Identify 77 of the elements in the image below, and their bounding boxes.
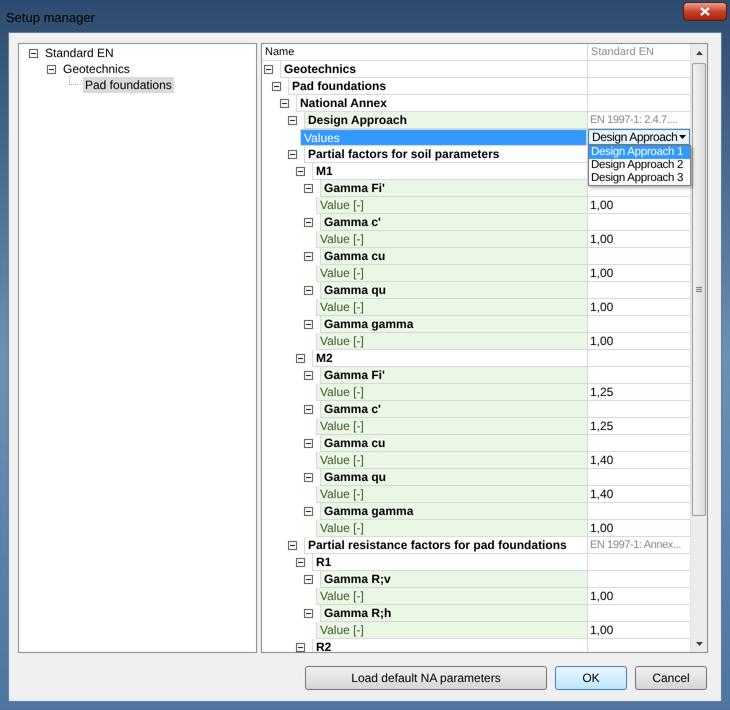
close-button[interactable] <box>683 2 727 21</box>
scroll-thumb[interactable] <box>692 63 706 516</box>
property-name-cell[interactable]: R1 <box>312 554 587 571</box>
tree-line-icon <box>69 76 78 85</box>
property-name-cell[interactable]: Value [-] <box>316 486 587 503</box>
collapse-icon[interactable] <box>288 541 297 550</box>
collapse-icon[interactable] <box>296 354 305 363</box>
collapse-icon[interactable] <box>288 150 297 159</box>
property-name-cell[interactable]: Gamma Fi' <box>320 180 587 197</box>
grip-icon <box>696 287 702 292</box>
collapse-icon[interactable] <box>304 439 313 448</box>
property-name-cell[interactable]: Value [-] <box>316 622 587 639</box>
dialog-button[interactable]: OK <box>555 666 627 690</box>
property-name-cell[interactable]: Geotechnics <box>280 61 587 78</box>
dropdown-option[interactable]: Design Approach 3 <box>589 172 690 185</box>
property-name-cell[interactable]: Gamma cu <box>320 248 587 265</box>
collapse-icon[interactable] <box>29 48 38 58</box>
scroll-up-icon[interactable] <box>696 51 703 55</box>
property-name-cell[interactable]: Value [-] <box>316 384 587 401</box>
dialog-button[interactable]: Cancel <box>635 666 707 690</box>
collapse-icon[interactable] <box>304 609 313 618</box>
property-name-cell[interactable]: Gamma qu <box>320 282 587 299</box>
collapse-icon[interactable] <box>304 575 313 584</box>
property-name-cell[interactable]: Value [-] <box>316 197 587 214</box>
tree-item[interactable]: Geotechnics <box>61 61 132 77</box>
collapse-icon[interactable] <box>304 252 313 261</box>
property-name-cell[interactable]: Value [-] <box>316 265 587 282</box>
column-header[interactable]: Name <box>262 44 587 60</box>
property-name-cell[interactable]: Value [-] <box>316 588 587 605</box>
collapse-icon[interactable] <box>304 320 313 329</box>
property-name-cell[interactable]: Gamma R;h <box>320 605 587 622</box>
collapse-icon[interactable] <box>296 643 305 652</box>
property-name-cell[interactable]: Design Approach <box>304 112 587 129</box>
property-name-cell[interactable]: M1 <box>312 163 587 180</box>
collapse-icon[interactable] <box>304 371 313 380</box>
collapse-icon[interactable] <box>288 116 297 125</box>
property-name-cell[interactable]: Pad foundations <box>288 78 587 95</box>
scroll-down-icon[interactable] <box>696 642 703 646</box>
collapse-icon[interactable] <box>304 184 313 193</box>
property-name-cell[interactable]: M2 <box>312 350 587 367</box>
property-name-cell[interactable]: National Annex <box>296 95 587 112</box>
property-name-cell[interactable]: Partial resistance factors for pad foundations <box>304 537 587 554</box>
property-name-cell[interactable]: Gamma c' <box>320 401 587 418</box>
property-name-cell[interactable]: Gamma gamma <box>320 316 587 333</box>
collapse-icon[interactable] <box>304 218 313 227</box>
collapse-icon[interactable] <box>272 82 281 91</box>
property-name-cell[interactable]: Value [-] <box>316 299 587 316</box>
dialog-button[interactable]: Load default NA parameters <box>305 666 547 690</box>
dropdown-value: Design Approach <box>592 130 678 144</box>
dropdown-option[interactable]: Design Approach 2 <box>589 159 690 172</box>
property-name-cell[interactable]: Value [-] <box>316 333 587 350</box>
property-name-cell[interactable]: Gamma Fi' <box>320 367 587 384</box>
collapse-icon[interactable] <box>296 558 305 567</box>
tree-item[interactable]: Pad foundations <box>83 77 174 93</box>
property-name-cell[interactable]: Gamma R;v <box>320 571 587 588</box>
property-name-cell[interactable]: Gamma cu <box>320 435 587 452</box>
property-name-cell[interactable]: Value [-] <box>316 520 587 537</box>
collapse-icon[interactable] <box>304 507 313 516</box>
window-title: Setup manager <box>6 9 95 27</box>
value-dropdown[interactable]: Design Approach <box>588 129 690 145</box>
collapse-icon[interactable] <box>304 405 313 414</box>
property-name-cell[interactable]: Gamma c' <box>320 214 587 231</box>
tree-item[interactable]: Standard EN <box>43 45 116 61</box>
collapse-icon[interactable] <box>304 473 313 482</box>
property-name-cell[interactable]: Value [-] <box>316 452 587 469</box>
property-name-cell[interactable]: Value [-] <box>316 231 587 248</box>
collapse-icon[interactable] <box>280 99 289 108</box>
property-name-cell[interactable]: Partial factors for soil parameters <box>304 146 587 163</box>
collapse-icon[interactable] <box>304 286 313 295</box>
collapse-icon[interactable] <box>264 65 273 74</box>
property-name-cell[interactable]: Gamma qu <box>320 469 587 486</box>
property-name-cell[interactable]: Gamma gamma <box>320 503 587 520</box>
collapse-icon[interactable] <box>296 167 305 176</box>
property-name-cell[interactable]: Value [-] <box>316 418 587 435</box>
collapse-icon[interactable] <box>47 64 56 74</box>
scrollbar[interactable] <box>690 44 707 652</box>
close-icon <box>700 7 710 16</box>
